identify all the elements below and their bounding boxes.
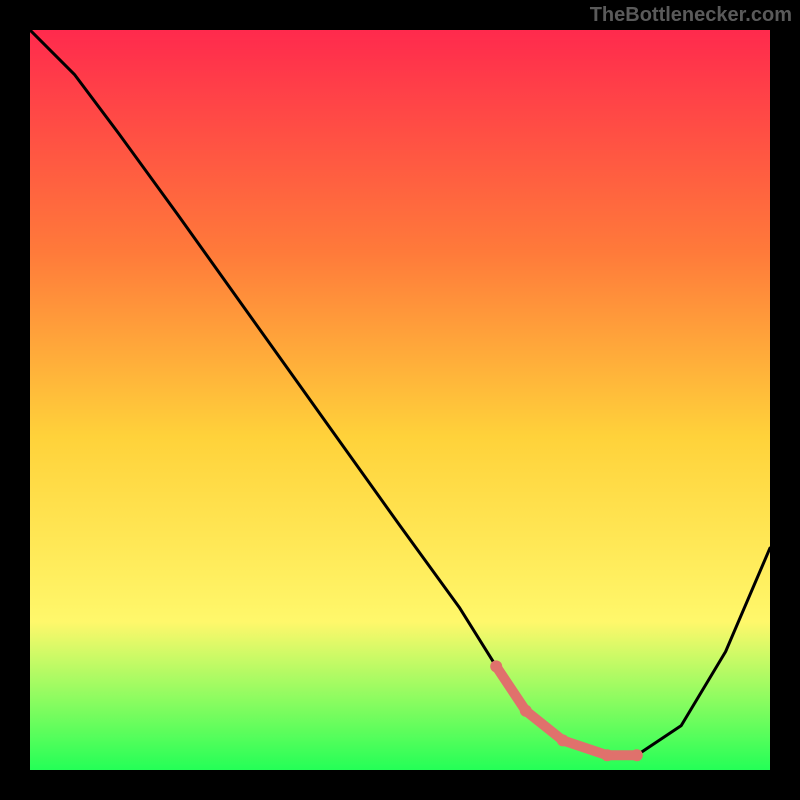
highlight-dot <box>520 705 532 717</box>
highlight-dot <box>490 660 502 672</box>
highlight-dot <box>631 749 643 761</box>
chart-area <box>30 30 770 770</box>
chart-svg <box>30 30 770 770</box>
highlight-dot <box>601 749 613 761</box>
chart-background <box>30 30 770 770</box>
attribution-text: TheBottlenecker.com <box>590 4 792 27</box>
highlight-dot <box>557 734 569 746</box>
